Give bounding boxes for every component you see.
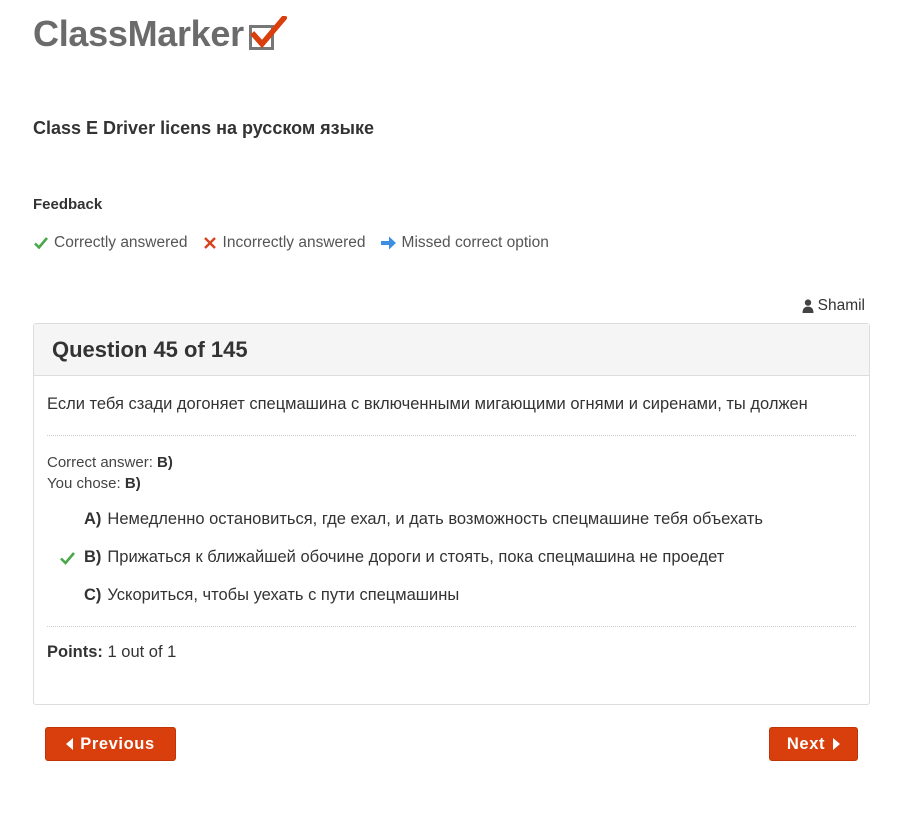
legend-correct: Correctly answered <box>33 234 188 252</box>
feedback-legend: Correctly answered Incorrectly answered … <box>33 234 563 252</box>
x-icon <box>203 237 216 249</box>
answer-option-a: A) Немедленно остановиться, где ехал, и … <box>47 510 856 548</box>
option-letter: A) <box>84 510 102 528</box>
you-chose-line: You chose: B) <box>47 473 856 494</box>
user-icon <box>802 299 814 313</box>
correct-answer-line: Correct answer: B) <box>47 452 856 473</box>
correct-answer-label: Correct answer: <box>47 454 153 471</box>
next-button-label: Next <box>786 734 826 753</box>
test-title: Class E Driver licens на русском языке <box>33 118 375 138</box>
next-button[interactable]: Next <box>769 727 858 761</box>
legend-missed: Missed correct option <box>380 234 549 252</box>
legend-correct-label: Correctly answered <box>54 234 188 251</box>
question-text: Если тебя сзади догоняет спецмашина с вк… <box>47 395 808 413</box>
option-text: Ускориться, чтобы уехать с пути спецмаши… <box>107 586 460 604</box>
classmarker-logo[interactable]: ClassMarker <box>33 13 287 54</box>
user-info: Shamil <box>802 297 865 315</box>
feedback-heading: Feedback <box>33 196 103 213</box>
points-line: Points: 1 out of 1 <box>47 643 856 662</box>
you-chose-value: B) <box>124 475 141 492</box>
option-letter: B) <box>84 548 102 566</box>
correct-answer-value: B) <box>157 454 173 471</box>
caret-right-icon <box>833 738 841 750</box>
question-card-body: Если тебя сзади догоняет спецмашина с вк… <box>34 393 869 662</box>
legend-incorrect: Incorrectly answered <box>202 234 366 252</box>
question-card-header: Question 45 of 145 <box>34 324 869 376</box>
previous-button-label: Previous <box>80 734 155 753</box>
check-icon <box>60 552 75 565</box>
points-label: Points: <box>47 643 103 661</box>
caret-left-icon <box>66 738 74 750</box>
question-card: Question 45 of 145 Если тебя сзади догон… <box>33 323 870 705</box>
legend-missed-label: Missed correct option <box>401 234 549 251</box>
previous-button[interactable]: Previous <box>45 727 176 761</box>
arrow-right-icon <box>380 236 396 250</box>
user-name: Shamil <box>817 297 865 314</box>
option-text: Немедленно остановиться, где ехал, и дат… <box>107 510 763 528</box>
question-number: Question 45 of 145 <box>52 336 248 362</box>
answer-options: A) Немедленно остановиться, где ехал, и … <box>47 510 856 624</box>
answer-option-c: C) Ускориться, чтобы уехать с пути спецм… <box>47 586 856 624</box>
option-text: Прижаться к ближайшей обочине дороги и с… <box>107 548 725 566</box>
legend-incorrect-label: Incorrectly answered <box>222 234 366 251</box>
option-letter: C) <box>84 586 102 604</box>
check-icon <box>34 237 48 250</box>
logo-text: ClassMarker <box>33 13 244 54</box>
you-chose-label: You chose: <box>47 475 121 492</box>
divider <box>47 626 856 627</box>
points-value: 1 out of 1 <box>107 643 177 661</box>
checkbox-check-icon <box>247 16 287 52</box>
divider <box>47 435 856 436</box>
answer-summary: Correct answer: B) You chose: B) <box>47 452 856 494</box>
answer-option-b: B) Прижаться к ближайшей обочине дороги … <box>47 548 856 586</box>
